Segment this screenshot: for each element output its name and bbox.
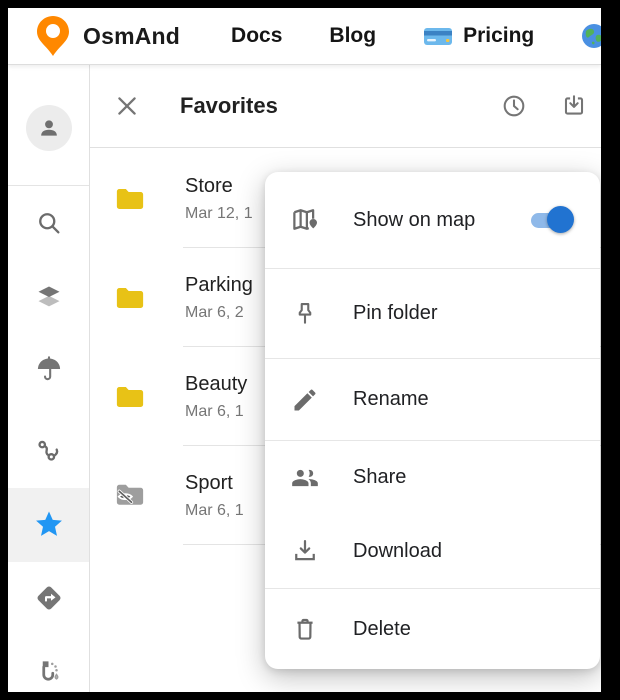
sidebar-item-weather[interactable] bbox=[8, 355, 89, 383]
folder-texts: Sport Mar 6, 1 bbox=[185, 472, 244, 520]
star-icon bbox=[33, 508, 65, 540]
nav-link-pricing-label: Pricing bbox=[463, 24, 534, 48]
folder-name: Sport bbox=[185, 472, 244, 495]
sidebar-item-map-layers[interactable] bbox=[8, 283, 89, 311]
folder-texts: Store Mar 12, 1 bbox=[185, 175, 253, 223]
download-icon bbox=[290, 536, 320, 566]
sidebar-item-search[interactable] bbox=[8, 209, 89, 237]
nav-link-map[interactable]: Map bbox=[581, 23, 601, 49]
folder-context-menu: Show on map Pin folder bbox=[265, 172, 600, 669]
left-sidebar bbox=[8, 65, 90, 692]
sidebar-item-account[interactable] bbox=[8, 105, 89, 151]
menu-item-show-on-map[interactable]: Show on map bbox=[265, 172, 600, 268]
menu-label-delete: Delete bbox=[353, 618, 411, 641]
menu-label-download: Download bbox=[353, 540, 442, 563]
toggle-thumb bbox=[547, 206, 574, 233]
menu-label-show-on-map: Show on map bbox=[353, 209, 475, 232]
nav-link-pricing[interactable]: Pricing bbox=[423, 24, 534, 48]
menu-label-share: Share bbox=[353, 466, 406, 489]
top-navbar: OsmAnd Docs Blog bbox=[8, 8, 601, 65]
nav-link-docs-label: Docs bbox=[231, 24, 282, 48]
folder-texts: Beauty Mar 6, 1 bbox=[185, 373, 247, 421]
brand-name[interactable]: OsmAnd bbox=[83, 23, 180, 50]
umbrella-icon bbox=[35, 355, 63, 383]
history-clock-icon[interactable] bbox=[501, 93, 527, 119]
folder-texts: Parking Mar 6, 2 bbox=[185, 274, 253, 322]
sidebar-item-favorites[interactable] bbox=[8, 508, 89, 540]
folder-icon bbox=[115, 285, 145, 311]
import-icon[interactable] bbox=[561, 93, 587, 119]
sidebar-item-plan-route[interactable] bbox=[8, 657, 89, 687]
folder-name: Beauty bbox=[185, 373, 247, 396]
globe-icon bbox=[581, 23, 601, 49]
folder-name: Parking bbox=[185, 274, 253, 297]
folder-icon bbox=[115, 186, 145, 212]
folder-date: Mar 6, 2 bbox=[185, 304, 253, 322]
menu-label-pin-folder: Pin folder bbox=[353, 302, 438, 325]
osmand-logo-icon[interactable] bbox=[34, 14, 72, 58]
panel-title: Favorites bbox=[180, 93, 278, 119]
folder-date: Mar 6, 1 bbox=[185, 403, 247, 421]
sidebar-item-tracks[interactable] bbox=[8, 437, 89, 465]
osmand-web-app: OsmAnd Docs Blog bbox=[8, 8, 601, 692]
search-icon bbox=[35, 209, 63, 237]
show-on-map-toggle[interactable] bbox=[528, 206, 574, 234]
map-icon bbox=[290, 205, 320, 235]
menu-label-rename: Rename bbox=[353, 388, 429, 411]
sidebar-item-navigation[interactable] bbox=[8, 583, 89, 613]
panel-header: Favorites bbox=[90, 65, 601, 148]
folder-date: Mar 12, 1 bbox=[185, 205, 253, 223]
directions-icon bbox=[34, 583, 64, 613]
nav-link-docs[interactable]: Docs bbox=[231, 24, 282, 48]
sidebar-divider bbox=[8, 185, 89, 186]
screenshot-frame: OsmAnd Docs Blog bbox=[0, 0, 620, 700]
nav-links: Docs Blog Pricing bbox=[231, 23, 601, 49]
menu-item-download[interactable]: Download bbox=[265, 514, 600, 588]
nav-link-blog[interactable]: Blog bbox=[329, 24, 376, 48]
folder-date: Mar 6, 1 bbox=[185, 502, 244, 520]
folder-name: Store bbox=[185, 175, 253, 198]
plan-route-icon bbox=[34, 657, 64, 687]
layers-icon bbox=[35, 283, 63, 311]
pencil-icon bbox=[290, 385, 320, 415]
nav-link-blog-label: Blog bbox=[329, 24, 376, 48]
hidden-folder-icon bbox=[115, 482, 145, 510]
account-avatar-icon bbox=[26, 105, 72, 151]
track-route-icon bbox=[35, 437, 63, 465]
menu-item-share[interactable]: Share bbox=[265, 441, 600, 514]
menu-item-pin-folder[interactable]: Pin folder bbox=[265, 269, 600, 358]
credit-card-icon bbox=[423, 25, 453, 47]
trash-icon bbox=[290, 614, 320, 644]
menu-item-rename[interactable]: Rename bbox=[265, 359, 600, 440]
people-icon bbox=[290, 463, 320, 493]
menu-item-delete[interactable]: Delete bbox=[265, 589, 600, 669]
close-icon[interactable] bbox=[114, 93, 140, 119]
pushpin-icon bbox=[290, 299, 320, 329]
folder-icon bbox=[115, 384, 145, 410]
